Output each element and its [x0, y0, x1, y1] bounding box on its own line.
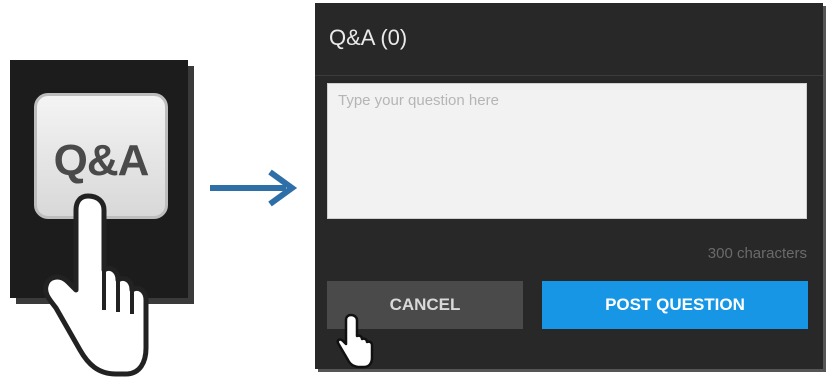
qa-panel: Q&A (0) 300 characters CANCEL POST QUEST…: [315, 3, 823, 369]
qa-toolbar-panel: Q&A: [10, 60, 188, 377]
pointing-hand-icon: [43, 193, 149, 377]
qa-panel-header: Q&A (0): [315, 3, 823, 76]
character-count: 300 characters: [707, 245, 807, 262]
question-input[interactable]: [327, 83, 807, 219]
arrow-right-icon: [210, 169, 298, 207]
post-question-button[interactable]: POST QUESTION: [542, 281, 808, 329]
tutorial-illustration: Q&A Q&A (0) 300 characters CANCEL POST Q…: [0, 0, 828, 377]
qa-button-label: Q&A: [53, 136, 150, 185]
hand-cursor-icon: [336, 313, 374, 369]
qa-panel-title: Q&A (0): [329, 25, 408, 50]
